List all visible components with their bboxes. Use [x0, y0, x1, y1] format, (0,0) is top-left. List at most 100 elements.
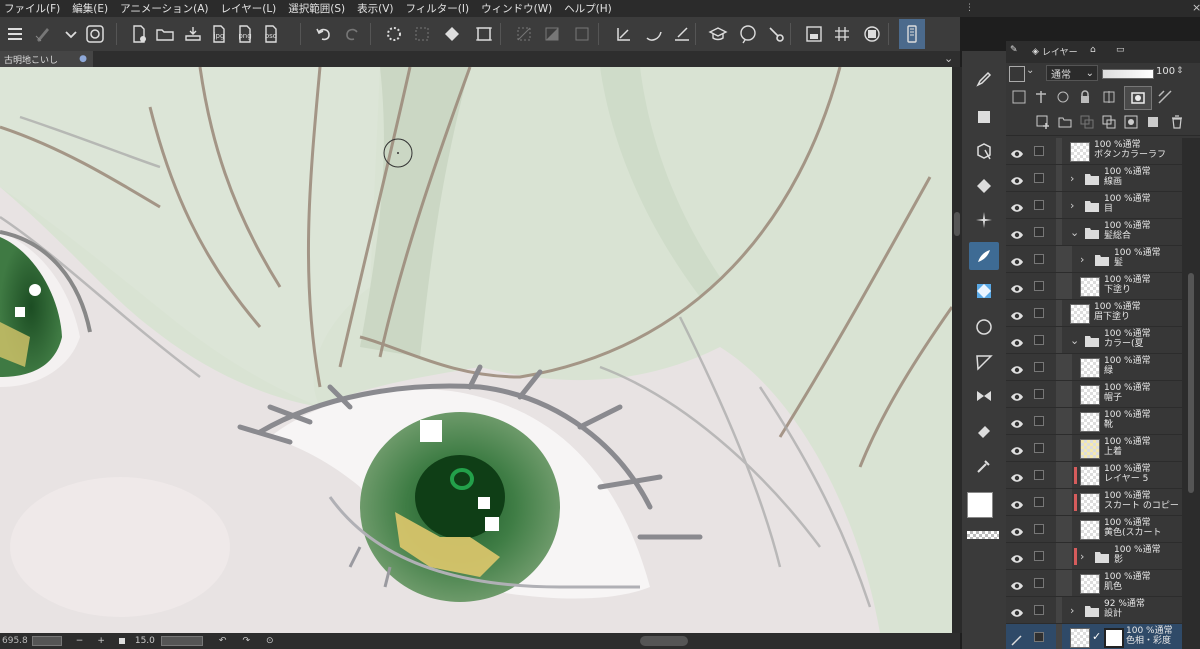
layer-lock-checkbox[interactable] — [1034, 335, 1044, 345]
layer-row[interactable]: › 100 %通常 線画 — [1006, 165, 1182, 192]
ellipse-tool-icon[interactable] — [969, 313, 999, 341]
eraser-tool-icon[interactable] — [969, 417, 999, 445]
folder-expand-icon[interactable]: › — [1070, 199, 1080, 212]
layer-list-scrollbar[interactable] — [1182, 138, 1200, 649]
folder-expand-icon[interactable]: › — [1080, 253, 1090, 266]
crop-icon[interactable] — [471, 21, 497, 47]
visibility-eye-icon[interactable] — [1010, 280, 1024, 293]
move-tool-icon[interactable] — [969, 137, 999, 165]
zoom-in-button[interactable]: + — [97, 636, 105, 646]
layer-row[interactable]: 100 %通常 ボタンカラーラフ — [1006, 138, 1182, 165]
new-file-icon[interactable] — [126, 21, 152, 47]
layer-row[interactable]: ✓ 100 %通常 色相・彩度 — [1006, 624, 1182, 649]
visibility-eye-icon[interactable] — [1010, 145, 1024, 158]
layer-lock-checkbox[interactable] — [1034, 362, 1044, 372]
gradient-tool-icon[interactable] — [969, 277, 999, 305]
layer-lock-checkbox[interactable] — [1034, 146, 1044, 156]
fill-tool-icon[interactable] — [969, 172, 999, 200]
hat-icon[interactable] — [705, 21, 731, 47]
mask-add-icon[interactable] — [1122, 113, 1140, 131]
folder-expand-icon[interactable]: › — [1080, 550, 1090, 563]
canvas-vertical-scrollbar[interactable] — [952, 67, 962, 633]
lock-transparency-icon[interactable] — [1100, 88, 1118, 106]
layer-lock-checkbox[interactable] — [1034, 227, 1044, 237]
save-icon[interactable] — [180, 21, 206, 47]
visibility-eye-icon[interactable] — [1010, 172, 1024, 185]
visibility-eye-icon[interactable] — [1010, 442, 1024, 455]
layer-row[interactable]: ⌄ 100 %通常 カラー(夏 — [1006, 327, 1182, 354]
layer-lock-checkbox[interactable] — [1034, 443, 1044, 453]
ruler-icon[interactable] — [611, 21, 637, 47]
export-psd-icon[interactable]: psd — [258, 21, 284, 47]
layer-lock-checkbox[interactable] — [1034, 470, 1044, 480]
panel-close-icon[interactable]: × — [1192, 1, 1200, 14]
layer-lock-checkbox[interactable] — [1034, 524, 1044, 534]
layer-row[interactable]: 100 %通常 眉下塗り — [1006, 300, 1182, 327]
app-logo-icon[interactable] — [82, 21, 108, 47]
brush-size-value[interactable]: 15.0 — [135, 636, 155, 646]
reset-rotation-icon[interactable]: ⊙ — [266, 636, 274, 646]
layer-row[interactable]: › 92 %通常 設計 — [1006, 597, 1182, 624]
visibility-eye-icon[interactable] — [1010, 334, 1024, 347]
layer-row[interactable]: 100 %通常 肌色 — [1006, 570, 1182, 597]
layer-row[interactable]: 100 %通常 帽子 — [1006, 381, 1182, 408]
tab-material[interactable]: ⌂ — [1090, 45, 1096, 55]
layer-row[interactable]: 100 %通常靴 — [1006, 408, 1182, 435]
layer-row[interactable]: › 100 %通常目 — [1006, 192, 1182, 219]
edit-pen-icon[interactable] — [1010, 631, 1024, 646]
rotate-left-icon[interactable]: ↶ — [219, 636, 227, 646]
transform-icon[interactable] — [409, 21, 435, 47]
undo-icon[interactable] — [311, 21, 337, 47]
visibility-eye-icon[interactable] — [1010, 361, 1024, 374]
tab-layer[interactable]: ◈ レイヤー — [1032, 45, 1078, 59]
layer-lock-checkbox[interactable] — [1034, 308, 1044, 318]
layer-row[interactable]: 100 %通常 レイヤー 5 — [1006, 462, 1182, 489]
image-icon[interactable] — [801, 21, 827, 47]
menu-item-2[interactable]: アニメーション(A) — [116, 1, 216, 16]
pen-icon[interactable] — [641, 21, 667, 47]
visibility-eye-icon[interactable] — [1010, 577, 1024, 590]
folder-expand-icon[interactable]: ⌄ — [1070, 226, 1080, 239]
line-icon[interactable] — [669, 21, 695, 47]
speech-icon[interactable] — [735, 21, 761, 47]
clear-selection-icon[interactable] — [511, 21, 537, 47]
menu-item-1[interactable]: 編集(E) — [68, 1, 116, 16]
redo-icon[interactable] — [339, 21, 365, 47]
loading-icon[interactable] — [381, 21, 407, 47]
layer-row[interactable]: 100 %通常 上着 — [1006, 435, 1182, 462]
menu-item-6[interactable]: フィルター(I) — [402, 1, 478, 16]
layer-row[interactable]: › 100 %通常影 — [1006, 543, 1182, 570]
folder-expand-icon[interactable]: › — [1070, 604, 1080, 617]
layer-row[interactable]: 100 %通常 下塗り — [1006, 273, 1182, 300]
visibility-eye-icon[interactable] — [1010, 226, 1024, 239]
folder-expand-icon[interactable]: ⌄ — [1070, 334, 1080, 347]
layer-lock-checkbox[interactable] — [1034, 551, 1044, 561]
menu-icon[interactable] — [2, 21, 28, 47]
visibility-eye-icon[interactable] — [1010, 253, 1024, 266]
new-layer-icon[interactable] — [1034, 113, 1052, 131]
tab-list-chevron-icon[interactable]: ⌄ — [944, 52, 953, 65]
menu-item-5[interactable]: 表示(V) — [353, 1, 401, 16]
menu-item-8[interactable]: ヘルプ(H) — [560, 1, 620, 16]
reference-icon[interactable] — [1054, 88, 1072, 106]
opacity-stepper-icon[interactable]: ⇕ — [1176, 66, 1184, 76]
tab-navigator[interactable]: ▭ — [1116, 45, 1125, 55]
delete-layer-icon[interactable] — [1168, 113, 1186, 131]
opacity-slider[interactable] — [1102, 69, 1154, 79]
zoom-out-button[interactable]: − — [76, 636, 84, 646]
sparkle-tool-icon[interactable] — [969, 206, 999, 234]
layer-row[interactable]: 100 %通常 黄色(スカート — [1006, 516, 1182, 543]
visibility-eye-icon[interactable] — [1010, 604, 1024, 617]
document-tab[interactable]: 古明地こいし ● — [0, 51, 93, 67]
chevron-down-icon[interactable] — [58, 21, 84, 47]
layer-row[interactable]: › 100 %通常髪 — [1006, 246, 1182, 273]
new-folder-icon[interactable] — [1056, 113, 1074, 131]
menu-item-3[interactable]: レイヤー(L) — [217, 1, 285, 16]
menu-item-7[interactable]: ウィンドウ(W) — [477, 1, 560, 16]
brush-tool-icon[interactable] — [969, 242, 999, 270]
layer-lock-checkbox[interactable] — [1034, 497, 1044, 507]
visibility-eye-icon[interactable] — [1010, 550, 1024, 563]
visibility-eye-icon[interactable] — [1010, 496, 1024, 509]
pen-tool-icon[interactable] — [969, 65, 999, 93]
lock-icon[interactable] — [1076, 88, 1094, 106]
